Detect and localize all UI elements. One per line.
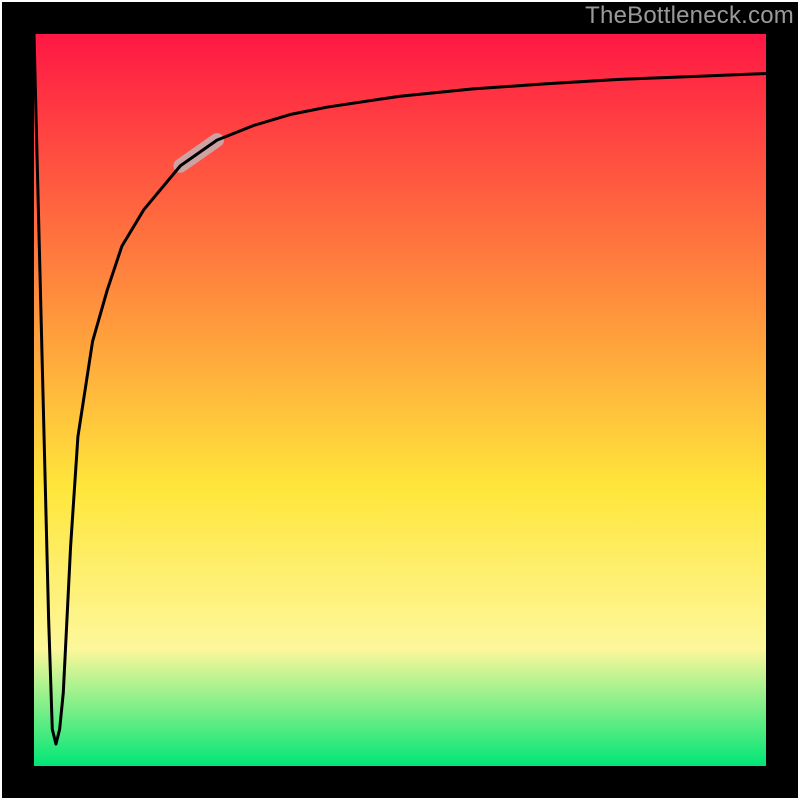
watermark-text: TheBottleneck.com [585, 2, 794, 30]
chart-background [34, 34, 766, 766]
chart-svg [0, 0, 800, 800]
chart-frame: TheBottleneck.com [0, 0, 800, 800]
